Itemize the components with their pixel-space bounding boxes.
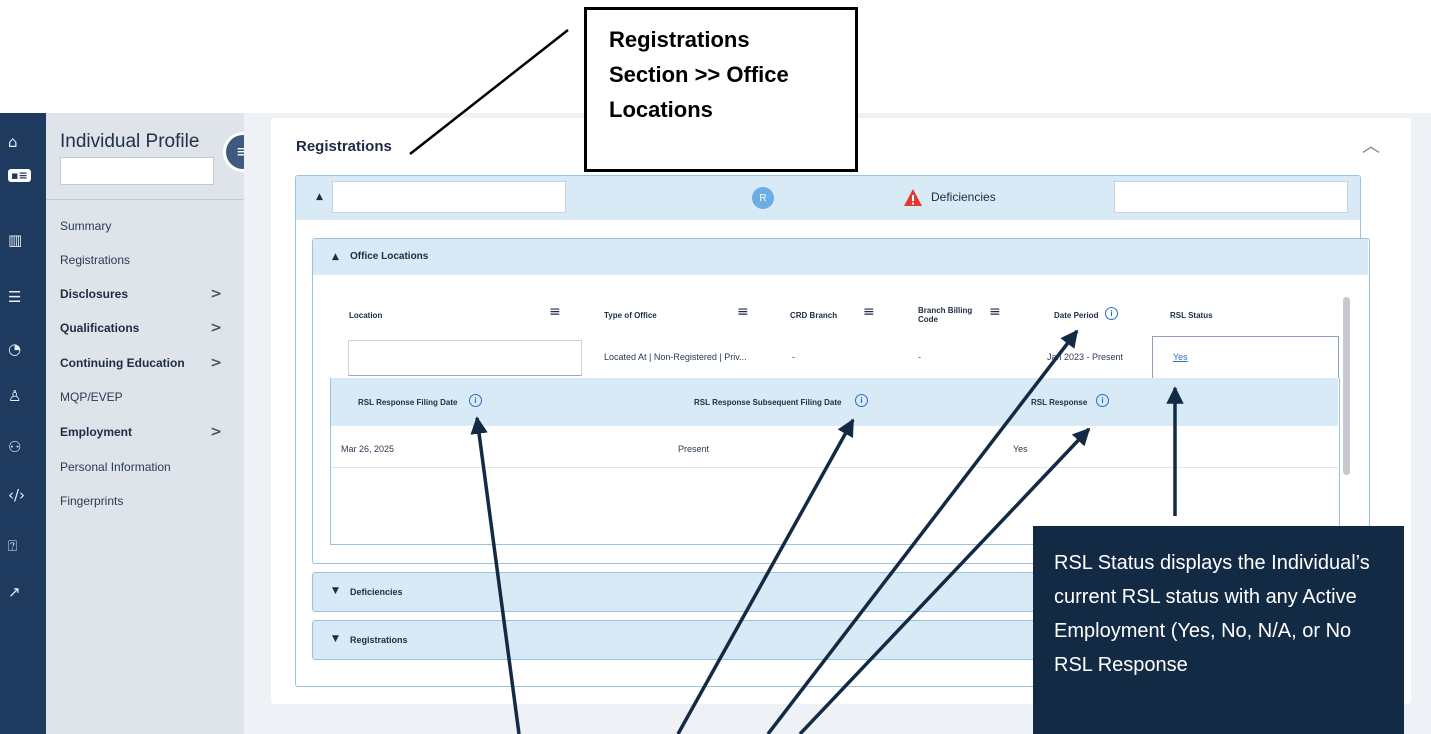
chevron-right-icon: > [210, 424, 222, 440]
info-icon[interactable]: i [1096, 394, 1109, 407]
warning-icon [904, 189, 922, 206]
sidebar-item-fingerprints[interactable]: Fingerprints [60, 491, 236, 511]
sidebar-item-disclosures[interactable]: Disclosures > [60, 284, 236, 304]
column-header-rsl-response[interactable]: RSL Response [1031, 398, 1087, 407]
rsl-status-callout: RSL Status displays the Individual’s cur… [1033, 526, 1404, 734]
column-header-location[interactable]: Location [349, 311, 382, 320]
row-divider [331, 467, 1338, 468]
code-icon[interactable]: ‹/› [0, 483, 46, 507]
profile-card-icon[interactable]: ▪≡ [0, 163, 46, 187]
status-badge: R [752, 187, 774, 209]
external-link-icon[interactable]: ↗ [0, 580, 46, 604]
sidebar-item-mqp-evep[interactable]: MQP/EVEP [60, 387, 236, 407]
column-menu-icon[interactable]: ≡ [737, 304, 749, 320]
firm-name-field [332, 181, 566, 213]
sidebar-item-continuing-education[interactable]: Continuing Education > [60, 353, 236, 373]
info-icon[interactable]: i [1105, 307, 1118, 320]
info-icon[interactable]: i [855, 394, 868, 407]
sidebar-item-personal-information[interactable]: Personal Information [60, 457, 236, 477]
callout-line: Registrations [609, 27, 750, 52]
chevron-up-icon[interactable]: ︿ [1362, 132, 1380, 158]
column-header-text: Branch Billing [918, 306, 973, 315]
cell-rsl-filing-date: Mar 26, 2025 [341, 444, 395, 454]
rsl-status-link[interactable]: Yes [1173, 352, 1188, 362]
caret-down-icon[interactable]: ▼ [332, 634, 339, 644]
registrations-accordion-label: Registrations [350, 635, 408, 645]
cell-rsl-response: Yes [1013, 444, 1028, 454]
help-icon[interactable]: ⍰ [0, 534, 46, 558]
column-header-type-of-office[interactable]: Type of Office [604, 311, 657, 320]
profile-name-field [60, 157, 214, 185]
column-header-crd-branch[interactable]: CRD Branch [790, 311, 837, 320]
office-locations-header[interactable] [313, 239, 1368, 275]
home-icon[interactable]: ⌂ [0, 130, 46, 154]
summary-field [1114, 181, 1348, 213]
checklist-icon[interactable]: ☰ [0, 285, 46, 309]
analytics-icon[interactable]: ◔ [0, 337, 46, 361]
chevron-right-icon: > [210, 286, 222, 302]
group-icon[interactable]: ⚇ [0, 435, 46, 459]
column-menu-icon[interactable]: ≡ [549, 304, 561, 320]
page-title: Registrations [296, 138, 392, 155]
sidebar-item-registrations[interactable]: Registrations [60, 250, 236, 270]
deficiencies-accordion-label: Deficiencies [350, 587, 403, 597]
vertical-scrollbar[interactable] [1343, 297, 1350, 475]
chevron-right-icon: > [210, 320, 222, 336]
caret-down-icon[interactable]: ▼ [332, 586, 339, 596]
sidenav-title: Individual Profile [60, 131, 200, 152]
cell-type-of-office: Located At | Non-Registered | Priv... [604, 352, 747, 362]
divider [46, 199, 244, 200]
section-callout: Registrations Section >> Office Location… [584, 7, 858, 172]
column-menu-icon[interactable]: ≡ [989, 304, 1001, 320]
column-menu-icon[interactable]: ≡ [863, 304, 875, 320]
column-header-rsl-status[interactable]: RSL Status [1170, 311, 1213, 320]
cell-crd-branch: - [792, 352, 795, 362]
caret-up-icon[interactable]: ▲ [332, 252, 339, 262]
caret-up-icon[interactable]: ▲ [316, 192, 323, 202]
library-icon[interactable]: ▥ [0, 228, 46, 252]
icon-rail: ⌂ ▪≡ ▥ ☰ ◔ ♙ ⚇ ‹/› ⍰ ↗ [0, 113, 46, 734]
sidebar-item-employment[interactable]: Employment > [60, 422, 236, 442]
column-header-rsl-filing-date[interactable]: RSL Response Filing Date [358, 398, 457, 407]
column-header-date-period[interactable]: Date Period [1054, 311, 1098, 320]
user-settings-icon[interactable]: ♙ [0, 384, 46, 408]
column-header-branch-billing-code[interactable]: Branch Billing Code [918, 306, 972, 324]
profile-sidenav: Individual Profile Summary Registrations… [46, 113, 244, 734]
deficiencies-label: Deficiencies [931, 190, 996, 204]
chevron-right-icon: > [210, 355, 222, 371]
sidebar-item-summary[interactable]: Summary [60, 216, 236, 236]
cell-date-period: Jan 2023 - Present [1047, 352, 1124, 362]
column-header-rsl-subsequent-filing-date[interactable]: RSL Response Subsequent Filing Date [694, 398, 841, 407]
cell-rsl-subsequent-filing-date: Present [678, 444, 710, 454]
sidebar-item-qualifications[interactable]: Qualifications > [60, 318, 236, 338]
callout-line: Locations [609, 97, 713, 122]
column-header-text: Code [918, 315, 938, 324]
office-locations-title: Office Locations [350, 251, 429, 262]
cell-branch-billing-code: - [918, 352, 921, 362]
location-field [348, 340, 582, 376]
callout-line: Section >> Office [609, 62, 789, 87]
info-icon[interactable]: i [469, 394, 482, 407]
